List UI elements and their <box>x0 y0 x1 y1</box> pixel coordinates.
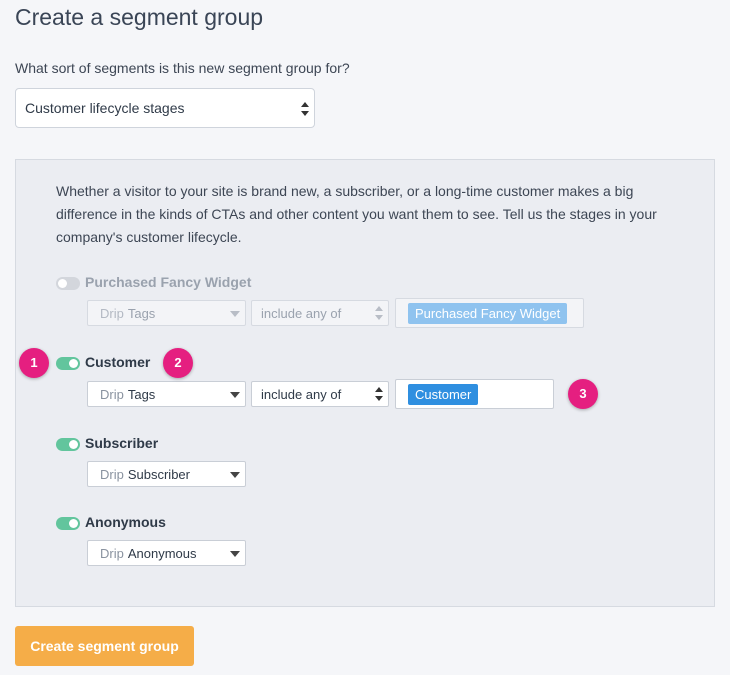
segment-name: Subscriber <box>85 435 159 451</box>
operator-value: include any of <box>261 387 342 402</box>
annotation-badge-3: 3 <box>568 379 598 409</box>
create-segment-group-button[interactable]: Create segment group <box>15 626 194 666</box>
panel-intro-text: Whether a visitor to your site is brand … <box>56 183 657 245</box>
segment-name: Purchased Fancy Widget <box>85 274 252 290</box>
source-prefix: Drip <box>100 306 124 321</box>
segment-toggle[interactable] <box>56 277 80 290</box>
segment-toggle[interactable] <box>56 438 80 451</box>
segment-tag-input[interactable]: Purchased Fancy Widget <box>395 298 584 328</box>
page-title: Create a segment group <box>15 4 264 30</box>
select-arrows-icon <box>301 102 309 116</box>
segment-source-select[interactable]: Drip Tags <box>87 381 246 407</box>
select-arrows-icon <box>375 387 383 401</box>
chevron-down-icon <box>230 551 240 557</box>
source-prefix: Drip <box>100 546 124 561</box>
tag-chip[interactable]: Customer <box>408 384 479 405</box>
tag-chip[interactable]: Purchased Fancy Widget <box>408 303 568 324</box>
segment-tag-input[interactable]: Customer <box>395 379 554 409</box>
segment-name: Anonymous <box>85 514 166 530</box>
segment-type-value: Customer lifecycle stages <box>25 100 185 116</box>
segment-operator-select[interactable]: include any of <box>251 381 389 407</box>
source-value: Anonymous <box>127 546 197 561</box>
segment-config-panel: Whether a visitor to your site is brand … <box>15 159 715 607</box>
segment-type-select[interactable]: Customer lifecycle stages <box>15 88 315 128</box>
segment-toggle[interactable] <box>56 517 80 530</box>
source-prefix: Drip <box>100 467 124 482</box>
select-arrows-icon <box>375 306 383 320</box>
source-value: Tags <box>127 306 156 321</box>
segment-toggle[interactable] <box>56 357 80 370</box>
segment-source-select[interactable]: Drip Tags <box>87 300 246 326</box>
chevron-down-icon <box>230 392 240 398</box>
chevron-down-icon <box>230 311 240 317</box>
segment-operator-select[interactable]: include any of <box>251 300 389 326</box>
source-value: Tags <box>127 387 156 402</box>
segment-name: Customer <box>85 354 151 370</box>
source-value: Subscriber <box>127 467 190 482</box>
operator-value: include any of <box>261 306 342 321</box>
segment-source-select[interactable]: Drip Anonymous <box>87 540 246 566</box>
segment-source-select[interactable]: Drip Subscriber <box>87 461 246 487</box>
chevron-down-icon <box>230 472 240 478</box>
annotation-badge-1: 1 <box>19 348 49 378</box>
segment-type-question: What sort of segments is this new segmen… <box>15 60 350 76</box>
annotation-badge-2: 2 <box>163 348 193 378</box>
source-prefix: Drip <box>100 387 124 402</box>
